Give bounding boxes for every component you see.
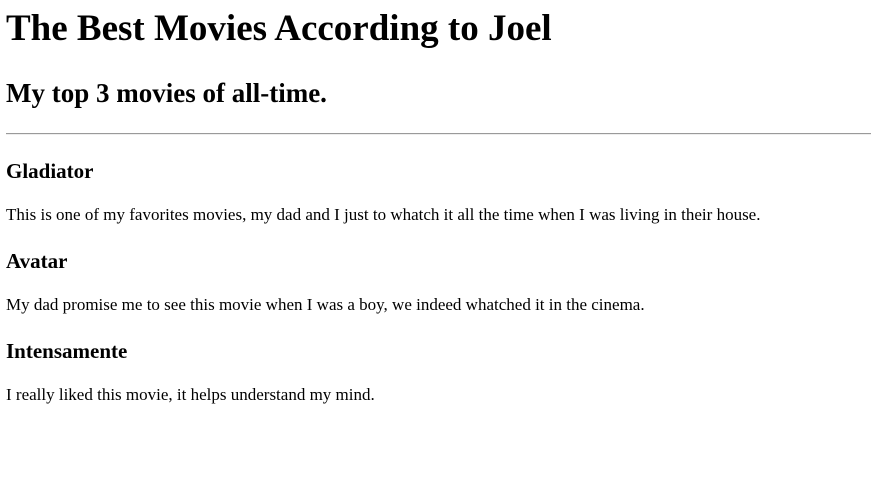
movie-description: This is one of my favorites movies, my d… (6, 205, 761, 224)
movie-title: Gladiator (6, 159, 94, 183)
movie-description: My dad promise me to see this movie when… (6, 295, 645, 314)
movie-item-avatar: Avatar My dad promise me to see this mov… (6, 249, 871, 315)
movie-title: Intensamente (6, 339, 128, 363)
movie-item-gladiator: Gladiator This is one of my favorites mo… (6, 159, 871, 225)
movie-list: Gladiator This is one of my favorites mo… (6, 159, 871, 405)
page-title: The Best Movies According to Joel (6, 8, 552, 49)
movie-description: I really liked this movie, it helps unde… (6, 385, 375, 404)
divider (6, 133, 871, 135)
movie-title: Avatar (6, 249, 68, 273)
movie-item-intensamente: Intensamente I really liked this movie, … (6, 339, 871, 405)
page-subtitle: My top 3 movies of all-time. (6, 78, 327, 108)
